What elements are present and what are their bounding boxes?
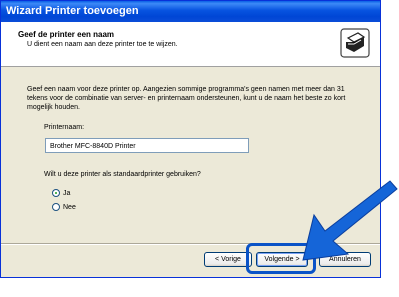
description-text: Geef een naam voor deze printer op. Aang… — [27, 86, 346, 111]
radio-no-option[interactable]: Nee — [52, 203, 76, 211]
pointer-arrow-icon — [302, 180, 398, 261]
page-subtitle: U dient een naam aan deze printer toe te… — [27, 41, 178, 48]
wizard-header: Geef de printer een naam U dient een naa… — [1, 22, 380, 67]
window-title: Wizard Printer toevoegen — [1, 1, 380, 22]
page-title: Geef de printer een naam — [18, 30, 115, 39]
printer-name-label: Printernaam: — [44, 124, 85, 131]
printer-icon — [340, 28, 370, 58]
radio-no[interactable] — [52, 203, 60, 211]
printer-name-input[interactable]: Brother MFC-8840D Printer — [45, 138, 249, 153]
radio-yes-label: Ja — [63, 189, 71, 197]
default-printer-question: Wilt u deze printer als standaardprinter… — [44, 171, 201, 178]
radio-yes-option[interactable]: Ja — [52, 189, 70, 197]
back-button[interactable]: < Vorige — [204, 252, 252, 267]
radio-yes[interactable] — [52, 189, 60, 197]
radio-no-label: Nee — [63, 203, 76, 211]
